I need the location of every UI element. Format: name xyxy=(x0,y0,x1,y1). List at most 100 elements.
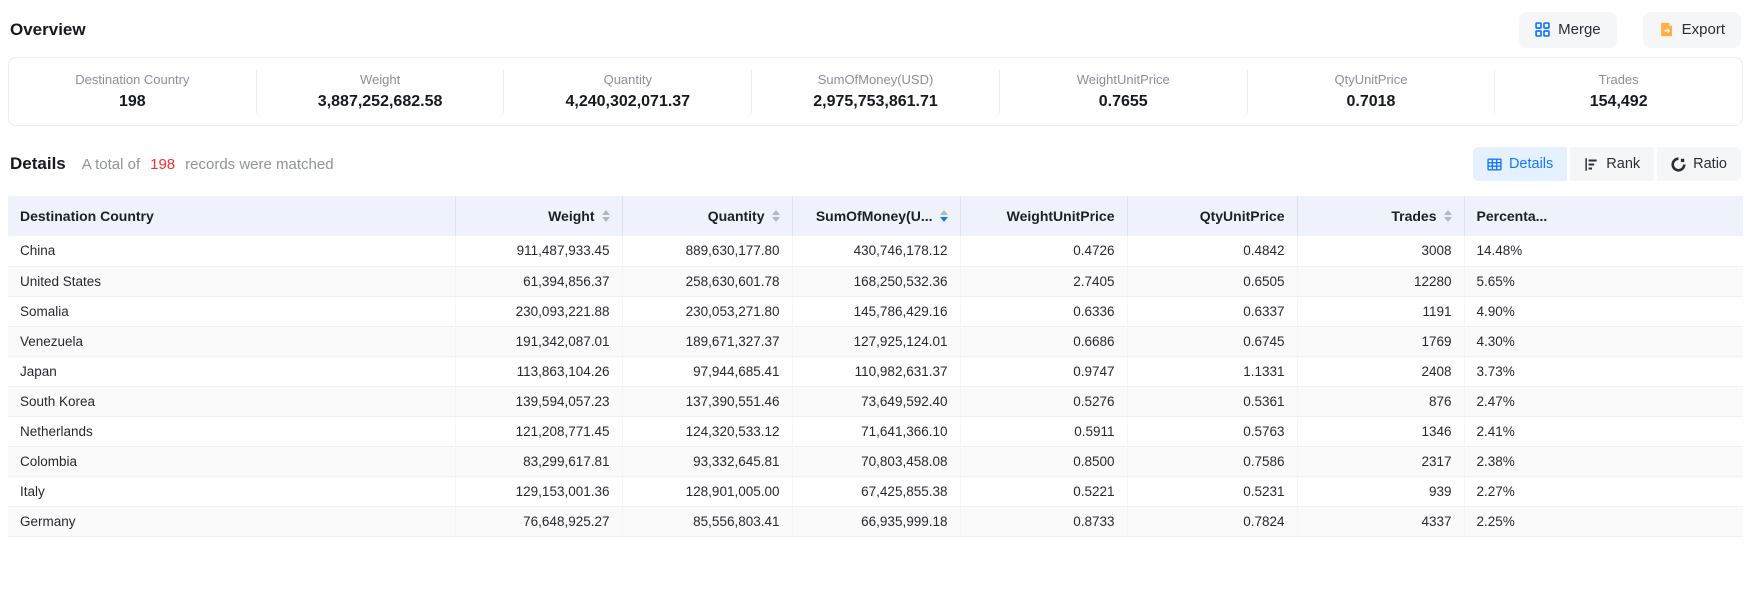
cell-value: 0.5763 xyxy=(1127,416,1297,446)
cell-value: 5.65% xyxy=(1464,266,1743,296)
cell-value: 0.6336 xyxy=(960,296,1127,326)
sort-icon-sumofmoney-desc-active[interactable] xyxy=(940,210,948,222)
cell-value: 191,342,087.01 xyxy=(455,326,622,356)
rank-chart-icon xyxy=(1584,157,1599,172)
table-row: Venezuela191,342,087.01189,671,327.37127… xyxy=(8,326,1743,356)
sort-icon-trades[interactable] xyxy=(1444,210,1452,222)
table-header-row: Destination Country Weight Quantity SumO… xyxy=(8,196,1743,236)
stat-label: Weight xyxy=(257,72,504,87)
view-toggle-rank[interactable]: Rank xyxy=(1570,147,1654,181)
sort-icon-weight[interactable] xyxy=(602,210,610,222)
cell-value: 876 xyxy=(1297,386,1464,416)
col-header-label: Trades xyxy=(1391,208,1436,224)
cell-value: 137,390,551.46 xyxy=(622,386,792,416)
stat-value: 0.7655 xyxy=(1000,93,1247,111)
cell-value: 1191 xyxy=(1297,296,1464,326)
view-toggle-rank-label: Rank xyxy=(1606,156,1640,172)
cell-value: 1346 xyxy=(1297,416,1464,446)
merge-button[interactable]: Merge xyxy=(1519,12,1617,48)
col-header-quantity[interactable]: Quantity xyxy=(622,196,792,236)
cell-destination-country: Netherlands xyxy=(8,416,455,446)
stat-value: 2,975,753,861.71 xyxy=(752,93,999,111)
col-header-trades[interactable]: Trades xyxy=(1297,196,1464,236)
table-body: China911,487,933.45889,630,177.80430,746… xyxy=(8,236,1743,536)
export-button[interactable]: Export xyxy=(1643,12,1741,48)
cell-value: 0.4842 xyxy=(1127,236,1297,266)
col-header-label: Destination Country xyxy=(20,208,154,224)
cell-value: 3.73% xyxy=(1464,356,1743,386)
top-bar: Overview Merge Export xyxy=(8,0,1743,48)
cell-value: 0.6745 xyxy=(1127,326,1297,356)
cell-value: 0.8733 xyxy=(960,506,1127,536)
cell-destination-country: Colombia xyxy=(8,446,455,476)
col-header-weight[interactable]: Weight xyxy=(455,196,622,236)
stat-item-destination-country: Destination Country 198 xyxy=(9,70,257,113)
table-row: Italy129,153,001.36128,901,005.0067,425,… xyxy=(8,476,1743,506)
cell-value: 124,320,533.12 xyxy=(622,416,792,446)
cell-destination-country: Venezuela xyxy=(8,326,455,356)
sort-icon-quantity[interactable] xyxy=(772,210,780,222)
cell-value: 0.5276 xyxy=(960,386,1127,416)
stat-value: 0.7018 xyxy=(1248,93,1495,111)
col-header-label: QtyUnitPrice xyxy=(1200,208,1285,224)
cell-value: 93,332,645.81 xyxy=(622,446,792,476)
cell-value: 230,093,221.88 xyxy=(455,296,622,326)
cell-destination-country: South Korea xyxy=(8,386,455,416)
cell-value: 66,935,999.18 xyxy=(792,506,960,536)
overview-title: Overview xyxy=(10,20,86,40)
col-header-percentage: Percenta... xyxy=(1464,196,1743,236)
col-header-weightunitprice: WeightUnitPrice xyxy=(960,196,1127,236)
cell-value: 83,299,617.81 xyxy=(455,446,622,476)
cell-destination-country: Somalia xyxy=(8,296,455,326)
view-toggle-details-label: Details xyxy=(1509,156,1553,172)
cell-destination-country: Japan xyxy=(8,356,455,386)
cell-value: 0.5361 xyxy=(1127,386,1297,416)
stat-label: Trades xyxy=(1495,72,1742,87)
stat-label: SumOfMoney(USD) xyxy=(752,72,999,87)
ratio-pie-icon xyxy=(1671,157,1686,172)
cell-value: 97,944,685.41 xyxy=(622,356,792,386)
cell-value: 1.1331 xyxy=(1127,356,1297,386)
cell-destination-country: United States xyxy=(8,266,455,296)
stat-item-quantity: Quantity 4,240,302,071.37 xyxy=(504,70,752,113)
merge-button-label: Merge xyxy=(1558,21,1601,38)
details-table: Destination Country Weight Quantity SumO… xyxy=(8,196,1743,537)
table-row: United States61,394,856.37258,630,601.78… xyxy=(8,266,1743,296)
col-header-label: Quantity xyxy=(708,208,765,224)
cell-value: 2.47% xyxy=(1464,386,1743,416)
cell-value: 939 xyxy=(1297,476,1464,506)
col-header-sumofmoney[interactable]: SumOfMoney(U... xyxy=(792,196,960,236)
stat-item-weight: Weight 3,887,252,682.58 xyxy=(257,70,505,113)
cell-value: 3008 xyxy=(1297,236,1464,266)
cell-value: 14.48% xyxy=(1464,236,1743,266)
col-header-label: SumOfMoney(U... xyxy=(816,208,933,224)
export-button-label: Export xyxy=(1682,21,1725,38)
table-row: South Korea139,594,057.23137,390,551.467… xyxy=(8,386,1743,416)
cell-value: 61,394,856.37 xyxy=(455,266,622,296)
cell-value: 0.5231 xyxy=(1127,476,1297,506)
col-header-destination-country: Destination Country xyxy=(8,196,455,236)
cell-value: 4.30% xyxy=(1464,326,1743,356)
cell-value: 128,901,005.00 xyxy=(622,476,792,506)
cell-value: 0.4726 xyxy=(960,236,1127,266)
cell-value: 129,153,001.36 xyxy=(455,476,622,506)
overview-stats-card: Destination Country 198 Weight 3,887,252… xyxy=(8,57,1743,126)
stat-item-sumofmoney: SumOfMoney(USD) 2,975,753,861.71 xyxy=(752,70,1000,113)
table-row: Netherlands121,208,771.45124,320,533.127… xyxy=(8,416,1743,446)
cell-destination-country: China xyxy=(8,236,455,266)
table-row: Somalia230,093,221.88230,053,271.80145,7… xyxy=(8,296,1743,326)
cell-value: 430,746,178.12 xyxy=(792,236,960,266)
stat-item-qtyunitprice: QtyUnitPrice 0.7018 xyxy=(1248,70,1496,113)
view-toggle-ratio[interactable]: Ratio xyxy=(1657,147,1741,181)
cell-value: 2.27% xyxy=(1464,476,1743,506)
cell-value: 911,487,933.45 xyxy=(455,236,622,266)
matched-suffix: records were matched xyxy=(185,156,333,173)
stat-item-weightunitprice: WeightUnitPrice 0.7655 xyxy=(1000,70,1248,113)
col-header-label: Percenta... xyxy=(1477,208,1548,224)
page: Overview Merge Export Destination Countr… xyxy=(0,0,1751,537)
cell-value: 0.6337 xyxy=(1127,296,1297,326)
view-toggle-details[interactable]: Details xyxy=(1473,147,1567,181)
cell-value: 139,594,057.23 xyxy=(455,386,622,416)
cell-value: 2408 xyxy=(1297,356,1464,386)
cell-value: 0.7586 xyxy=(1127,446,1297,476)
